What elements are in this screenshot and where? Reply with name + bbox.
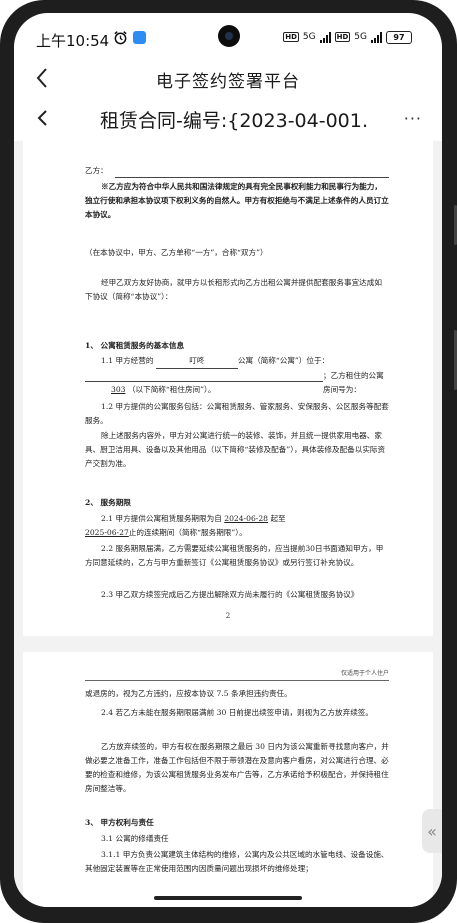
section-3-title: 3、 甲方权利与责任 [85,818,154,827]
abbreviation-note: （在本协议中，甲方、乙方单称“一方”，合称“双方”） [85,248,268,257]
clause-3-1: 3.1 公寓的修缮责任 [101,834,169,843]
clause-2-4-detail: 乙方放弃续签的，甲方有权在服务期限之最后 30 日内为该公寓重新寻找意向客户，并… [85,742,389,793]
room-number: 303 [111,385,126,394]
section-2-title: 2、 服务期限 [85,498,131,507]
clause-3-1-1: 3.1.1 甲方负责公寓建筑主体结构的维修，公寓内及公共区域的水管电线、设备设施… [85,850,389,873]
app-notification-icon [133,31,146,44]
room-number-line: 303 （以下简称“租住房间”）。 [111,385,216,394]
clause-2-1-cont: 2025-06-27止的连续期间（简称“服务期限”）。 [85,528,247,537]
clause-2-3-cont: 或退房的，视为乙方违约，应按本协议 7.5 条承担违约责任。 [85,689,292,698]
double-chevron-left-icon[interactable]: « [422,809,442,853]
document-header: 租赁合同-编号:{2023-04-001… ··· [14,101,442,137]
hd-badge: HD [283,32,299,42]
clause-2-2: 2.2 服务期限届满，乙方需要延续公寓租赁服务的，应当提前30日书面通知甲方，甲… [85,544,384,567]
app-title: 电子签约签署平台 [156,72,300,92]
service-end-date: 2025-06-27 [85,528,129,537]
page-number: 2 [225,612,231,620]
clause-1-2: 1.2 甲方提供的公寓服务包括：公寓租赁服务、管家服务、安保服务、公区服务等配套… [85,402,389,425]
network-type-2: 5G [354,32,367,42]
status-time: 上午10:54 [36,32,110,50]
eligibility-notice: ※乙方应为符合中华人民共和国法律规定的具有完全民事权利能力和民事行为能力，独立行… [85,182,389,219]
network-type: 5G [302,32,316,42]
status-bar: 上午10:54 HD 5G HD 5G 97 [14,13,442,63]
signal-icon-2 [371,31,382,43]
page-header-note: 仅适用于个人住户 [340,670,389,677]
clause-2-1: 2.1 甲方提供公寓租赁服务期限为自 2024-06-28 起至 [101,514,286,523]
front-camera [218,25,240,47]
clause-2-4: 2.4 若乙方未能在服务期限届满前 30 日前提出续签申请，则视为乙方放弃续签。 [101,708,373,717]
phone-frame: 上午10:54 HD 5G HD 5G 97 电子签约签署平台 租赁合同-编号:… [0,0,457,923]
clause-1-3: 除上述服务内容外，甲方对公寓进行统一的装修、装饰，并且统一提供家用电器、家具、厨… [85,431,386,468]
document-page-3: 仅适用于个人住户 或退房的，视为乙方违约，应按本协议 7.5 条承担违约责任。 … [23,652,433,907]
app-header: 电子签约签署平台 [14,61,442,97]
signal-indicators: HD 5G HD 5G 97 [283,29,412,45]
screen: 上午10:54 HD 5G HD 5G 97 电子签约签署平台 租赁合同-编号:… [14,13,442,907]
document-page-2: 乙方： ※乙方应为符合中华人民共和国法律规定的具有完全民事权利能力和民事行为能力… [23,141,433,636]
document-title: 租赁合同-编号:{2023-04-001… [100,110,370,132]
alarm-clock-icon [114,31,127,45]
service-start-date: 2024-06-28 [224,514,269,523]
more-options-button[interactable]: ··· [404,109,422,128]
hd-badge-2: HD [334,32,351,42]
battery-icon: 97 [386,30,412,44]
clause-1-1: 1.1 甲方经营的 叮咚 公寓（简称“公寓”）位于： [85,354,389,369]
document-back-icon[interactable] [34,107,52,129]
home-indicator[interactable] [154,896,302,900]
signal-icon [319,31,331,43]
intro-paragraph: 经甲乙双方友好协商，就甲方以长租形式向乙方出租公寓并提供配套服务事宜达成如下协议… [85,278,382,301]
document-viewer[interactable]: 乙方： ※乙方应为符合中华人民共和国法律规定的具有完全民事权利能力和民事行为能力… [14,141,442,907]
party-b-line: 乙方： [85,166,108,175]
section-1-title: 1、 公寓租赁服务的基本信息 [85,341,185,350]
clause-2-3: 2.3 甲乙双方续签完成后乙方提出解除双方尚未履行的《公寓租赁服务协议》 [101,590,359,599]
apartment-name: 叮咚 [155,354,238,369]
